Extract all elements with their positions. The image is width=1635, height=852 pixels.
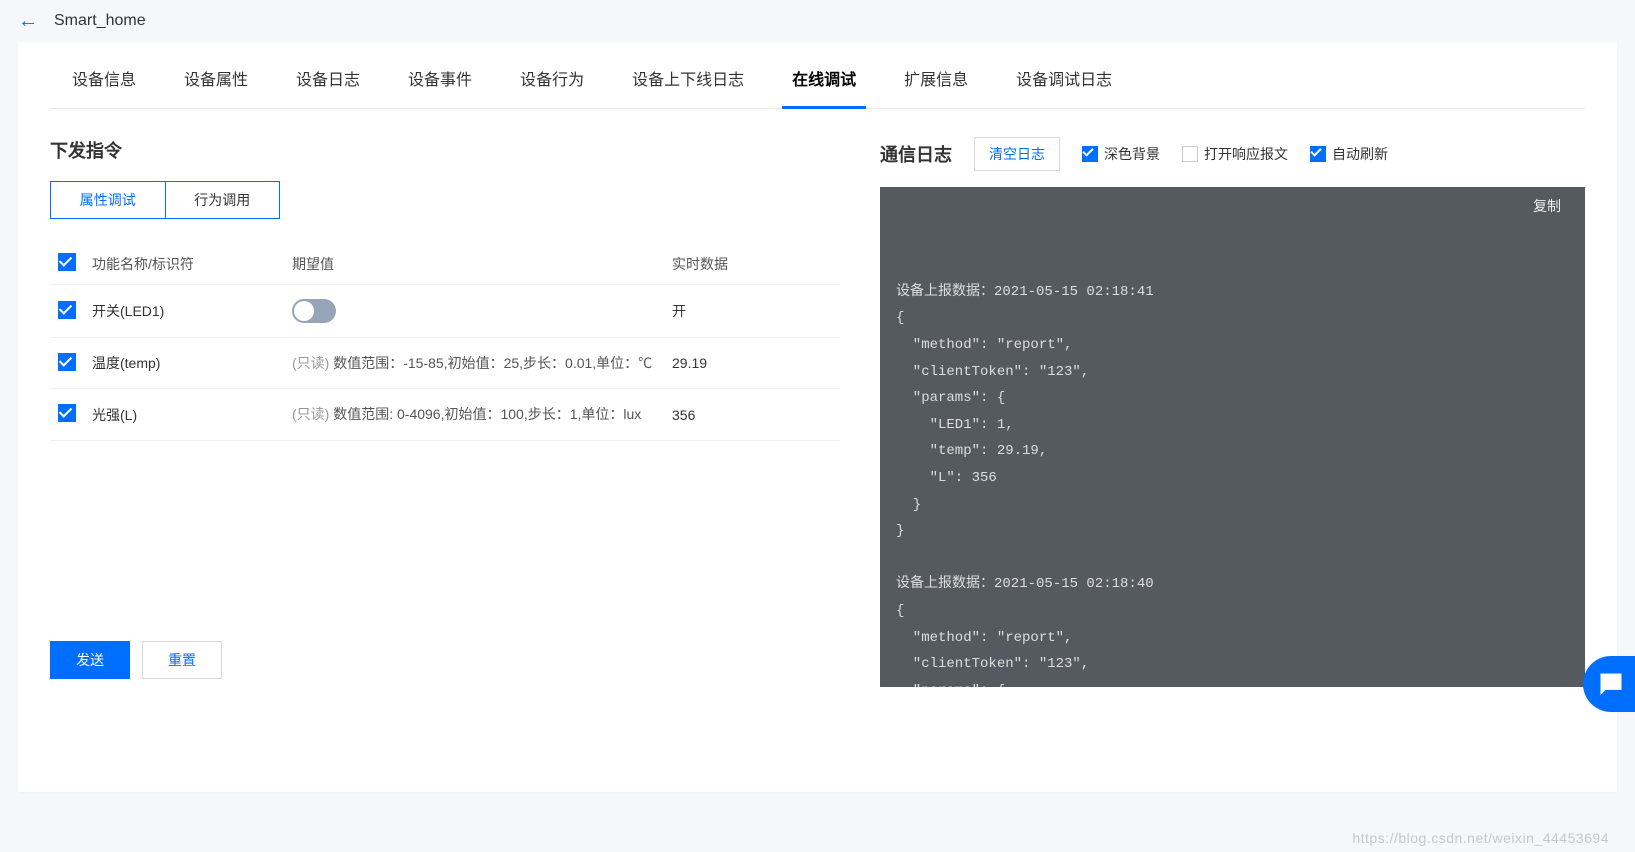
checkbox-icon [1310, 146, 1326, 162]
option-auto-refresh[interactable]: 自动刷新 [1310, 144, 1388, 164]
col-rt: 实时数据 [664, 243, 840, 285]
row-checkbox[interactable] [58, 404, 76, 422]
option-dark-label: 深色背景 [1104, 144, 1160, 164]
row-realtime: 29.19 [664, 338, 840, 389]
table-row: 温度(temp)(只读) 数值范围：-15-85,初始值：25,步长：0.01,… [50, 338, 840, 389]
watermark: https://blog.csdn.net/weixin_44453694 [1352, 830, 1609, 846]
log-output[interactable]: 复制 设备上报数据：2021-05-15 02:18:41 { "method"… [880, 187, 1585, 687]
option-auto-refresh-label: 自动刷新 [1332, 144, 1388, 164]
option-open-response-label: 打开响应报文 [1204, 144, 1288, 164]
command-mode-segments: 属性调试行为调用 [50, 181, 280, 219]
row-expect: (只读) 数值范围：-15-85,初始值：25,步长：0.01,单位：℃ [284, 338, 664, 389]
tab-7[interactable]: 扩展信息 [882, 66, 990, 108]
checkbox-icon [1082, 146, 1098, 162]
copy-log-button[interactable]: 复制 [1533, 195, 1561, 222]
row-expect: (只读) 数值范围: 0-4096,初始值：100,步长：1,单位：lux [284, 389, 664, 440]
option-dark-bg[interactable]: 深色背景 [1082, 144, 1160, 164]
tab-0[interactable]: 设备信息 [50, 66, 158, 108]
chat-fab-icon[interactable] [1583, 656, 1635, 712]
breadcrumb: ← Smart_home [0, 0, 1635, 42]
row-checkbox[interactable] [58, 301, 76, 319]
row-realtime: 开 [664, 285, 840, 338]
send-command-title: 下发指令 [50, 137, 840, 163]
tab-3[interactable]: 设备事件 [386, 66, 494, 108]
back-arrow-icon[interactable]: ← [18, 11, 38, 31]
option-open-response[interactable]: 打开响应报文 [1182, 144, 1288, 164]
log-title: 通信日志 [880, 141, 952, 167]
row-name: 开关(LED1) [84, 285, 284, 338]
checkbox-all[interactable] [58, 253, 76, 271]
table-row: 光强(L)(只读) 数值范围: 0-4096,初始值：100,步长：1,单位：l… [50, 389, 840, 440]
tabs-bar: 设备信息设备属性设备日志设备事件设备行为设备上下线日志在线调试扩展信息设备调试日… [50, 66, 1585, 109]
tab-5[interactable]: 设备上下线日志 [610, 66, 766, 108]
tab-2[interactable]: 设备日志 [274, 66, 382, 108]
toggle-switch[interactable] [292, 299, 336, 323]
row-name: 温度(temp) [84, 338, 284, 389]
tab-6[interactable]: 在线调试 [770, 66, 878, 108]
row-name: 光强(L) [84, 389, 284, 440]
row-expect [284, 285, 664, 338]
row-checkbox[interactable] [58, 353, 76, 371]
col-name: 功能名称/标识符 [84, 243, 284, 285]
segment-1[interactable]: 行为调用 [166, 182, 280, 218]
tab-1[interactable]: 设备属性 [162, 66, 270, 108]
row-realtime: 356 [664, 389, 840, 440]
tab-4[interactable]: 设备行为 [498, 66, 606, 108]
reset-button[interactable]: 重置 [142, 641, 222, 679]
table-row: 开关(LED1) 开 [50, 285, 840, 338]
segment-0[interactable]: 属性调试 [51, 182, 166, 218]
checkbox-icon [1182, 146, 1198, 162]
tab-8[interactable]: 设备调试日志 [994, 66, 1134, 108]
col-expect: 期望值 [284, 243, 664, 285]
send-button[interactable]: 发送 [50, 641, 130, 679]
page-title: Smart_home [54, 12, 146, 30]
clear-log-button[interactable]: 清空日志 [974, 137, 1060, 171]
